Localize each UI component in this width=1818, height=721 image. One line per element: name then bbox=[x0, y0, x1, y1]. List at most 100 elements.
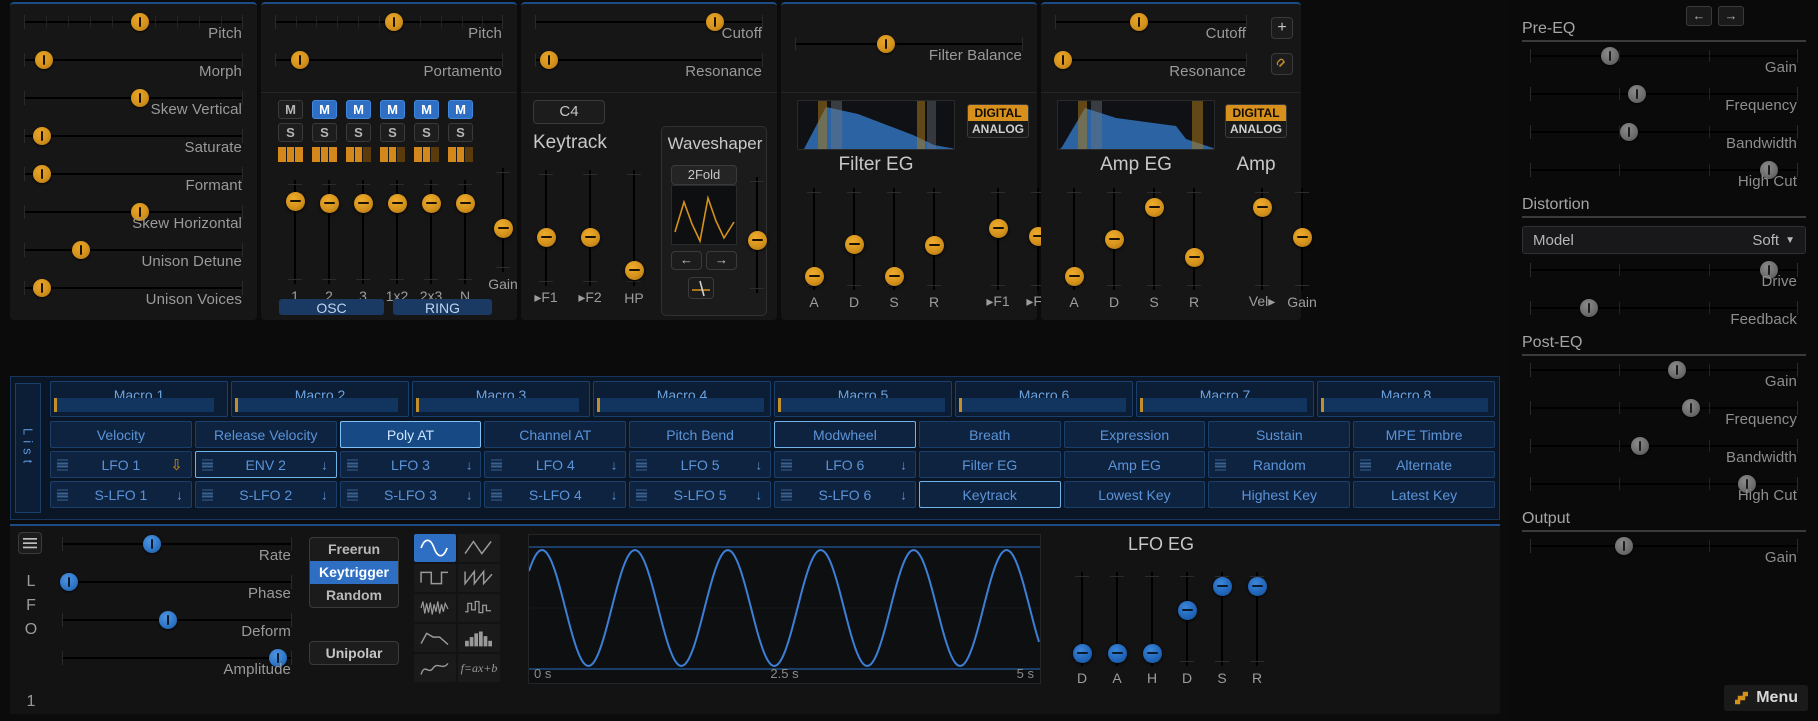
lfo-mode-random[interactable]: Random bbox=[310, 584, 398, 607]
vertical-slider-gain[interactable]: Gain bbox=[486, 162, 520, 292]
shape-slider-pitch[interactable]: Pitch bbox=[16, 10, 251, 48]
mod-lfo-env-2[interactable]: ENV 2 ↓ bbox=[194, 451, 337, 478]
mixer-slider-pitch[interactable]: Pitch bbox=[267, 10, 511, 48]
waveshaper-reset-button[interactable] bbox=[688, 277, 714, 299]
mod-source-modwheel[interactable]: Modwheel bbox=[774, 421, 916, 448]
chevron-down-icon[interactable]: ↓ bbox=[466, 457, 473, 472]
mod-slfo-highest-key[interactable]: Highest Key bbox=[1208, 481, 1351, 508]
vertical-slider-2[interactable]: 2 bbox=[312, 174, 346, 304]
shape-slider-formant[interactable]: Formant bbox=[16, 162, 251, 200]
slider-knob[interactable] bbox=[291, 51, 310, 69]
chevron-down-icon[interactable]: ↓ bbox=[176, 487, 183, 502]
mod-menu-icon[interactable] bbox=[201, 459, 213, 471]
mod-menu-icon[interactable] bbox=[636, 489, 648, 501]
vertical-slider-s[interactable]: S bbox=[1205, 566, 1239, 686]
mod-list-side-label[interactable]: List bbox=[15, 383, 41, 513]
mod-source-velocity[interactable]: Velocity bbox=[50, 421, 192, 448]
mod-menu-icon[interactable] bbox=[57, 459, 68, 471]
fx-slider-post-eq-high-cut[interactable]: High Cut bbox=[1522, 472, 1806, 510]
slider-knob[interactable] bbox=[805, 266, 824, 286]
fx-slider-pre-eq-gain[interactable]: Gain bbox=[1522, 44, 1806, 82]
vertical-slider-1[interactable]: 1 bbox=[278, 174, 312, 304]
fx-slider-post-eq-frequency[interactable]: Frequency bbox=[1522, 396, 1806, 434]
mod-lfo-lfo-6[interactable]: LFO 6 ↓ bbox=[774, 451, 916, 478]
vertical-slider-r[interactable]: R bbox=[1240, 566, 1274, 686]
mod-lfo-lfo-3[interactable]: LFO 3 ↓ bbox=[339, 451, 482, 478]
slider-knob[interactable] bbox=[320, 193, 339, 213]
mod-menu-icon[interactable] bbox=[781, 489, 792, 501]
slider-knob[interactable] bbox=[1601, 47, 1620, 65]
mod-slfo-s-lfo-4[interactable]: S-LFO 4 ↓ bbox=[484, 481, 627, 508]
lfo-mode-freerun[interactable]: Freerun bbox=[310, 538, 398, 561]
vertical-slider-d[interactable]: D bbox=[1097, 182, 1131, 310]
waveshaper-next-button[interactable]: → bbox=[706, 251, 737, 270]
slider-knob[interactable] bbox=[1130, 13, 1149, 31]
vertical-slider-r[interactable]: R bbox=[1177, 182, 1211, 310]
amp-slider-cutoff[interactable]: Cutoff bbox=[1047, 10, 1255, 48]
lfo-shape-envelope[interactable] bbox=[414, 624, 456, 652]
vertical-slider-a[interactable]: A bbox=[1057, 182, 1091, 310]
slider-knob[interactable] bbox=[581, 228, 600, 248]
macro-3[interactable]: Macro 3 bbox=[412, 381, 590, 417]
fx-slider-distortion-drive[interactable]: Drive bbox=[1522, 258, 1806, 296]
mod-slfo-s-lfo-3[interactable]: S-LFO 3 ↓ bbox=[339, 481, 482, 508]
macro-1[interactable]: Macro 1 bbox=[50, 381, 228, 417]
mod-menu-icon[interactable] bbox=[201, 489, 213, 501]
mod-source-breath[interactable]: Breath bbox=[918, 421, 1061, 448]
mod-menu-icon[interactable] bbox=[491, 459, 503, 471]
fx-slider-output-gain[interactable]: Gain bbox=[1522, 534, 1806, 572]
mixer-slider-portamento[interactable]: Portamento bbox=[267, 48, 511, 86]
mod-slfo-keytrack[interactable]: Keytrack bbox=[918, 481, 1061, 508]
link-button[interactable] bbox=[1271, 53, 1293, 75]
chevron-down-icon[interactable]: ↓ bbox=[755, 457, 762, 472]
chevron-down-icon[interactable]: ↓ bbox=[900, 457, 907, 472]
mod-source-release-velocity[interactable]: Release Velocity bbox=[194, 421, 337, 448]
vertical-slider-d[interactable]: D bbox=[1065, 566, 1099, 686]
slider-knob[interactable] bbox=[1614, 537, 1633, 555]
mod-slfo-latest-key[interactable]: Latest Key bbox=[1353, 481, 1495, 508]
fx-slider-pre-eq-bandwidth[interactable]: Bandwidth bbox=[1522, 120, 1806, 158]
lfo-shape-sine[interactable] bbox=[414, 534, 456, 562]
vertical-slider-d[interactable]: D bbox=[1170, 566, 1204, 686]
mod-lfo-filter-eg[interactable]: Filter EG bbox=[918, 451, 1061, 478]
chevron-down-icon[interactable]: ↓ bbox=[611, 487, 618, 502]
slider-knob[interactable] bbox=[1178, 600, 1197, 620]
slider-knob[interactable] bbox=[286, 191, 305, 211]
mod-menu-icon[interactable] bbox=[57, 489, 68, 501]
macro-bar[interactable] bbox=[1140, 398, 1307, 412]
slider-knob[interactable] bbox=[1579, 299, 1598, 317]
vertical-slider-f2[interactable]: ▸F2 bbox=[573, 164, 607, 306]
chevron-down-icon[interactable]: ↓ bbox=[900, 487, 907, 502]
vertical-slider-r[interactable]: R bbox=[917, 182, 951, 310]
lfo-shape-sample-hold[interactable] bbox=[458, 594, 500, 622]
slider-knob[interactable] bbox=[142, 535, 161, 553]
group-tag-osc[interactable]: OSC bbox=[279, 299, 384, 316]
slider-knob[interactable] bbox=[1628, 85, 1647, 103]
macro-bar[interactable] bbox=[54, 398, 214, 412]
menu-button[interactable]: Menu bbox=[1724, 685, 1808, 711]
mute-button-1x2[interactable]: M bbox=[380, 100, 405, 119]
slider-knob[interactable] bbox=[354, 194, 373, 214]
fx-slider-pre-eq-high-cut[interactable]: High Cut bbox=[1522, 158, 1806, 196]
slider-knob[interactable] bbox=[494, 219, 513, 238]
slider-knob[interactable] bbox=[1681, 399, 1700, 417]
slider-knob[interactable] bbox=[1143, 644, 1162, 663]
lfo-shape-sawtooth[interactable] bbox=[458, 564, 500, 592]
lfo-shape-square[interactable] bbox=[414, 564, 456, 592]
vertical-slider-[interactable] bbox=[740, 171, 774, 313]
vertical-slider-hp[interactable]: HP bbox=[617, 164, 651, 306]
fx-slider-pre-eq-frequency[interactable]: Frequency bbox=[1522, 82, 1806, 120]
macro-6[interactable]: Macro 6 bbox=[955, 381, 1133, 417]
macro-bar[interactable] bbox=[778, 398, 945, 412]
lfo-menu-button[interactable] bbox=[18, 532, 42, 554]
macro-8[interactable]: Macro 8 bbox=[1317, 381, 1495, 417]
shape-slider-unison-detune[interactable]: Unison Detune bbox=[16, 238, 251, 276]
slider-knob[interactable] bbox=[384, 13, 403, 31]
waveshaper-mode-button[interactable]: 2Fold bbox=[671, 165, 737, 185]
mod-lfo-alternate[interactable]: Alternate bbox=[1353, 451, 1495, 478]
macro-bar[interactable] bbox=[416, 398, 580, 412]
mute-button-2[interactable]: M bbox=[312, 100, 337, 119]
slider-knob[interactable] bbox=[1108, 644, 1127, 663]
mod-source-sustain[interactable]: Sustain bbox=[1208, 421, 1351, 448]
mod-active-arrow-icon[interactable]: ⇩ bbox=[170, 456, 183, 474]
